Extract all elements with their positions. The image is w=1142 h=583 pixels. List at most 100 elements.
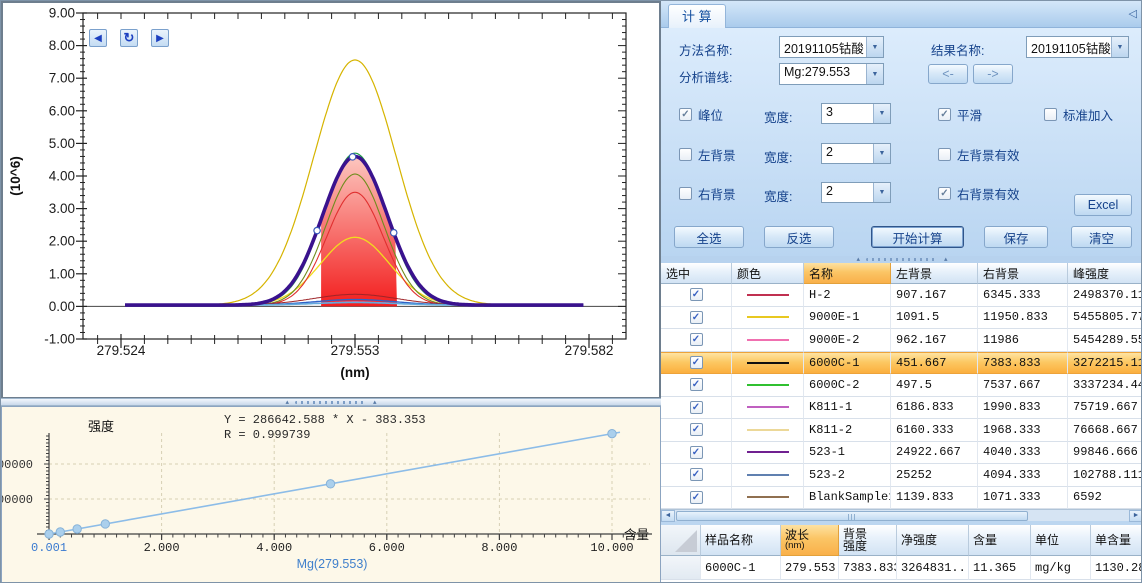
row-name-cell: H-2: [804, 284, 891, 307]
row-checkbox[interactable]: ✓: [690, 401, 703, 414]
row-color-cell: [732, 442, 804, 465]
left-panel-splitter[interactable]: ▴ ▴: [1, 398, 661, 406]
scroll-left-icon[interactable]: ◄: [661, 510, 675, 522]
save-button[interactable]: 保存: [984, 226, 1048, 248]
clear-button[interactable]: 清空: [1071, 226, 1132, 248]
nav-right-button[interactable]: ▶: [151, 29, 169, 47]
row-checkbox[interactable]: ✓: [690, 491, 703, 504]
table-row[interactable]: ✓H-2907.1676345.3332498370.111: [661, 284, 1142, 307]
width2-value: 2: [822, 144, 873, 163]
refresh-button[interactable]: ↻: [120, 29, 138, 47]
right-bg-valid-checkbox[interactable]: ✓: [938, 187, 951, 200]
result-column-header-2[interactable]: 背景强度: [839, 525, 897, 556]
row-checkbox[interactable]: ✓: [690, 446, 703, 459]
width2-label: 宽度:: [764, 147, 792, 166]
result-cell-4: 11.365: [969, 556, 1031, 580]
scrollbar-thumb[interactable]: [676, 511, 1028, 521]
peak-pos-checkbox[interactable]: ✓: [679, 108, 692, 121]
std-add-checkbox[interactable]: [1044, 108, 1057, 121]
result-column-header-1[interactable]: 波长(nm): [781, 525, 839, 556]
smooth-checkbox[interactable]: ✓: [938, 108, 951, 121]
refresh-icon: ↻: [124, 30, 135, 46]
column-header-4[interactable]: 右背景: [978, 263, 1068, 284]
row-checkbox[interactable]: ✓: [690, 423, 703, 436]
calibration-chart-panel: 100000020000000.0012.0004.0006.0008.0001…: [1, 406, 661, 583]
chevron-down-icon[interactable]: ▼: [866, 37, 883, 57]
prev-result-button[interactable]: <-: [928, 64, 968, 84]
table-row[interactable]: ✓6000C-1451.6677383.8333272215.111: [661, 352, 1142, 375]
splitter-caret-icon: ▴: [285, 400, 289, 405]
select-all-button[interactable]: 全选: [674, 226, 744, 248]
result-column-header-5[interactable]: 单位: [1031, 525, 1091, 556]
table-row[interactable]: ✓523-2252524094.333102788.111: [661, 464, 1142, 487]
row-peak-cell: 3272215.111: [1068, 352, 1142, 375]
collapse-panel-icon[interactable]: ◁: [1129, 7, 1137, 20]
tab-calculate[interactable]: 计 算: [668, 4, 726, 28]
nav-left-button[interactable]: ◀: [89, 29, 107, 47]
chevron-down-icon[interactable]: ▼: [873, 104, 890, 123]
excel-button[interactable]: Excel: [1074, 194, 1132, 216]
method-name-combo[interactable]: 20191105钴酸 ▼: [779, 36, 884, 58]
chevron-down-icon[interactable]: ▼: [1111, 37, 1128, 57]
width1-combo[interactable]: 3 ▼: [821, 103, 891, 124]
width3-combo[interactable]: 2 ▼: [821, 182, 891, 203]
svg-text:含量: 含量: [624, 527, 649, 542]
row-name-cell: 523-2: [804, 464, 891, 487]
invert-selection-button[interactable]: 反选: [764, 226, 834, 248]
table-row[interactable]: ✓K811-16186.8331990.83375719.667: [661, 397, 1142, 420]
peak-pos-label: 峰位: [698, 105, 723, 124]
column-header-0[interactable]: 选中: [661, 263, 732, 284]
row-peak-cell: 5454289.556: [1068, 329, 1142, 352]
analysis-line-combo[interactable]: Mg:279.553 ▼: [779, 63, 884, 85]
result-column-header-0[interactable]: 样品名称: [701, 525, 781, 556]
scroll-right-icon[interactable]: ►: [1129, 510, 1142, 522]
row-checkbox[interactable]: ✓: [690, 356, 703, 369]
left-bg-valid-checkbox[interactable]: [938, 148, 951, 161]
row-select-cell: ✓: [661, 464, 732, 487]
left-bg-checkbox[interactable]: [679, 148, 692, 161]
column-header-5[interactable]: 峰强度: [1068, 263, 1142, 284]
column-header-3[interactable]: 左背景: [891, 263, 978, 284]
table-row[interactable]: ✓6000C-2497.57537.6673337234.444: [661, 374, 1142, 397]
result-table-row[interactable]: 6000C-1279.5537383.8333264831...11.365mg…: [661, 556, 1142, 580]
right-bg-checkbox[interactable]: [679, 187, 692, 200]
table-row[interactable]: ✓BlankSample11139.8331071.3336592: [661, 487, 1142, 510]
column-header-1[interactable]: 颜色: [732, 263, 804, 284]
start-calculation-button[interactable]: 开始计算: [871, 226, 964, 248]
samples-table-hscrollbar[interactable]: ◄ ►: [661, 509, 1142, 521]
chevron-down-icon[interactable]: ▼: [873, 183, 890, 202]
svg-text:2000000: 2000000: [2, 458, 33, 472]
row-right-bg-cell: 11950.833: [978, 307, 1068, 330]
splitter-caret-icon: ▴: [373, 400, 377, 405]
corner-select-all-cell[interactable]: [661, 525, 701, 556]
result-column-header-4[interactable]: 含量: [969, 525, 1031, 556]
row-checkbox[interactable]: ✓: [690, 311, 703, 324]
row-name-cell: K811-1: [804, 397, 891, 420]
row-checkbox[interactable]: ✓: [690, 468, 703, 481]
row-checkbox[interactable]: ✓: [690, 333, 703, 346]
table-row[interactable]: ✓9000E-2962.167119865454289.556: [661, 329, 1142, 352]
right-panel-splitter[interactable]: ▴ ▴: [661, 256, 1142, 263]
width3-value: 2: [822, 183, 873, 202]
nav-left-icon: ◀: [94, 33, 102, 44]
method-name-value: 20191105钴酸: [780, 37, 866, 57]
row-selector-cell[interactable]: [661, 556, 701, 580]
row-select-cell: ✓: [661, 442, 732, 465]
row-checkbox[interactable]: ✓: [690, 288, 703, 301]
table-row[interactable]: ✓523-124922.6674040.33399846.666: [661, 442, 1142, 465]
row-checkbox[interactable]: ✓: [690, 378, 703, 391]
table-row[interactable]: ✓9000E-11091.511950.8335455805.778: [661, 307, 1142, 330]
row-select-cell: ✓: [661, 284, 732, 307]
result-table: 样品名称波长(nm)背景强度净强度含量单位单含量 6000C-1279.5537…: [661, 525, 1142, 583]
column-header-2[interactable]: 名称: [804, 263, 891, 284]
svg-text:R = 0.999739: R = 0.999739: [224, 428, 310, 442]
width2-combo[interactable]: 2 ▼: [821, 143, 891, 164]
result-column-header-3[interactable]: 净强度: [897, 525, 969, 556]
smooth-label: 平滑: [957, 105, 982, 124]
chevron-down-icon[interactable]: ▼: [873, 144, 890, 163]
result-column-header-6[interactable]: 单含量: [1091, 525, 1142, 556]
next-result-button[interactable]: ->: [973, 64, 1013, 84]
result-name-combo[interactable]: 20191105钴酸 ▼: [1026, 36, 1129, 58]
table-row[interactable]: ✓K811-26160.3331968.33376668.667: [661, 419, 1142, 442]
chevron-down-icon[interactable]: ▼: [866, 64, 883, 84]
